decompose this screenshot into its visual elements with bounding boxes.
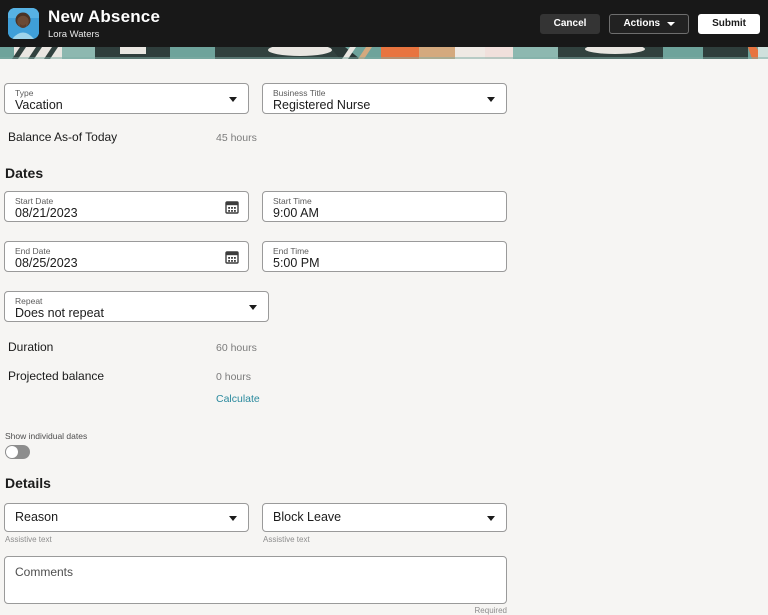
decorative-banner: [0, 47, 768, 59]
chevron-down-icon: [249, 305, 257, 310]
chevron-down-icon: [229, 516, 237, 521]
leave-category-assistive-text: Assistive text: [262, 535, 507, 544]
chevron-down-icon: [229, 97, 237, 102]
projected-balance-label: Projected balance: [4, 369, 216, 383]
end-date-label: End Date: [15, 246, 220, 256]
calculate-row: Calculate: [4, 393, 507, 405]
start-time-label: Start Time: [273, 196, 478, 206]
chevron-down-icon: [667, 22, 675, 26]
show-individual-dates-label: Show individual dates: [4, 431, 508, 441]
calendar-icon[interactable]: [225, 250, 239, 264]
leave-category-select[interactable]: Block Leave: [262, 503, 507, 532]
calculate-link[interactable]: Calculate: [216, 393, 260, 405]
start-time-field[interactable]: Start Time 9:00 AM: [262, 191, 507, 222]
end-row: End Date 08/25/2023 End Time 5:00 PM: [4, 241, 507, 272]
start-date-value: 08/21/2023: [15, 206, 220, 221]
duration-value: 60 hours: [216, 342, 257, 354]
reason-assistive-text: Assistive text: [4, 535, 249, 544]
type-value: Vacation: [15, 98, 220, 113]
projected-balance-value: 0 hours: [216, 371, 251, 383]
page-title: New Absence: [48, 7, 160, 26]
repeat-label: Repeat: [15, 296, 240, 306]
spacer: [282, 291, 507, 322]
end-time-field[interactable]: End Time 5:00 PM: [262, 241, 507, 272]
start-row: Start Date 08/21/2023 Start Time 9:00 AM: [4, 191, 507, 222]
show-individual-dates-toggle[interactable]: [5, 445, 30, 459]
reason-select[interactable]: Reason: [4, 503, 249, 532]
calendar-icon[interactable]: [225, 200, 239, 214]
end-date-field[interactable]: End Date 08/25/2023: [4, 241, 249, 272]
actions-menu-label: Actions: [623, 18, 660, 29]
duration-label: Duration: [4, 340, 216, 354]
duration-row: Duration 60 hours: [4, 340, 507, 354]
reason-group: Reason Assistive text: [4, 503, 249, 544]
start-time-value: 9:00 AM: [273, 206, 478, 221]
comments-required-note: Required: [4, 606, 507, 615]
page-header: New Absence Lora Waters Cancel Actions S…: [0, 0, 768, 47]
repeat-value: Does not repeat: [15, 306, 240, 321]
comments-input[interactable]: [4, 556, 507, 604]
actions-menu-button[interactable]: Actions: [609, 14, 689, 34]
balance-value: 45 hours: [216, 132, 257, 144]
cancel-button[interactable]: Cancel: [540, 14, 601, 34]
leave-category-group: Block Leave Assistive text: [262, 503, 507, 544]
start-date-label: Start Date: [15, 196, 220, 206]
reason-value: Reason: [15, 510, 58, 525]
end-date-value: 08/25/2023: [15, 256, 220, 271]
end-time-value: 5:00 PM: [273, 256, 478, 271]
details-section-title: Details: [4, 475, 508, 491]
details-row: Reason Assistive text Block Leave Assist…: [4, 503, 507, 544]
end-time-label: End Time: [273, 246, 478, 256]
projected-balance-row: Projected balance 0 hours: [4, 369, 507, 383]
absence-form: Type Vacation Business Title Registered …: [0, 59, 508, 615]
balance-row: Balance As-of Today 45 hours: [4, 130, 507, 144]
type-select[interactable]: Type Vacation: [4, 83, 249, 114]
chevron-down-icon: [487, 516, 495, 521]
start-date-field[interactable]: Start Date 08/21/2023: [4, 191, 249, 222]
repeat-select[interactable]: Repeat Does not repeat: [4, 291, 269, 322]
chevron-down-icon: [487, 97, 495, 102]
repeat-row: Repeat Does not repeat: [4, 291, 507, 322]
leave-category-value: Block Leave: [273, 510, 341, 525]
type-label: Type: [15, 88, 220, 98]
toggle-knob: [6, 446, 18, 458]
dates-section-title: Dates: [4, 165, 508, 181]
business-title-value: Registered Nurse: [273, 98, 478, 113]
header-actions: Cancel Actions Submit: [540, 14, 760, 34]
submit-button[interactable]: Submit: [698, 14, 760, 34]
balance-label: Balance As-of Today: [4, 130, 216, 144]
page-subtitle: Lora Waters: [48, 29, 160, 40]
business-title-label: Business Title: [273, 88, 478, 98]
business-title-select[interactable]: Business Title Registered Nurse: [262, 83, 507, 114]
type-row: Type Vacation Business Title Registered …: [4, 83, 507, 114]
user-avatar: [8, 8, 39, 39]
